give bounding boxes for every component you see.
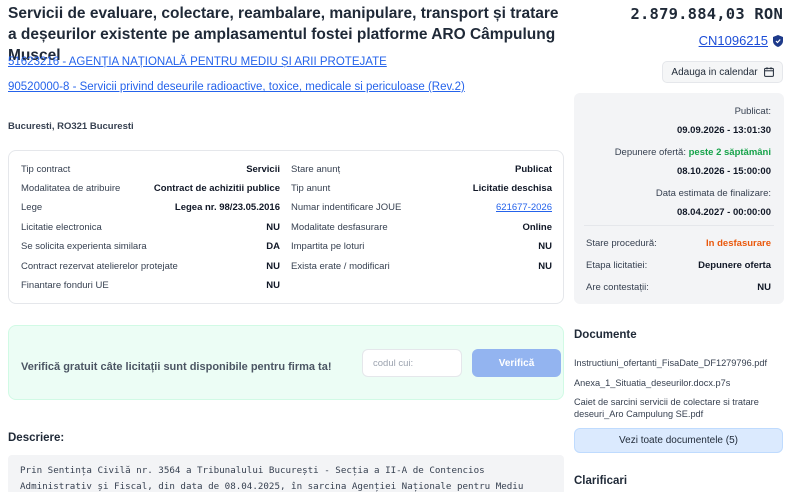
detail-row: Tip contract Servicii bbox=[21, 164, 280, 175]
check-button[interactable]: Verifică bbox=[472, 349, 561, 377]
joue-number-link[interactable]: 621677-2026 bbox=[496, 202, 552, 213]
deadline-row: Depunere ofertă: peste 2 săptămâni bbox=[615, 147, 771, 158]
add-to-calendar-label: Adauga in calendar bbox=[671, 66, 758, 78]
cpv-link[interactable]: 90520000-8 - Servicii privind deseurile … bbox=[8, 81, 465, 93]
stage-label: Etapa licitatiei: bbox=[586, 260, 648, 271]
document-link[interactable]: Instructiuni_ofertanti_FisaDate_DF127979… bbox=[574, 357, 786, 369]
detail-row: Stare anunț Publicat bbox=[291, 164, 552, 175]
stage-value: Depunere oferta bbox=[698, 260, 771, 271]
timeline-panel: Publicat: 09.09.2026 - 13:01:30 Depunere… bbox=[574, 93, 784, 304]
detail-row: Lege Legea nr. 98/23.05.2016 bbox=[21, 202, 280, 213]
detail-value: Legea nr. 98/23.05.2016 bbox=[174, 202, 280, 213]
detail-label: Impartita pe loturi bbox=[291, 241, 365, 252]
detail-label: Lege bbox=[21, 202, 43, 213]
detail-label: Se solicita experienta similara bbox=[21, 241, 147, 252]
detail-row: Numar indentificare JOUE 621677-2026 bbox=[291, 202, 552, 213]
detail-label: Finantare fonduri UE bbox=[21, 280, 109, 291]
detail-label: Contract rezervat atelierelor protejate bbox=[21, 261, 178, 272]
details-card: Tip contract Servicii Modalitatea de atr… bbox=[8, 150, 564, 304]
detail-value: Online bbox=[522, 222, 552, 233]
estimate-label: Data estimata de finalizare: bbox=[655, 188, 771, 199]
add-to-calendar-button[interactable]: Adauga in calendar bbox=[662, 61, 783, 83]
detail-value: DA bbox=[266, 241, 280, 252]
detail-label: Licitatie electronica bbox=[21, 222, 102, 233]
detail-value: Publicat bbox=[515, 164, 552, 175]
detail-value: NU bbox=[538, 241, 552, 252]
estimate-value: 08.04.2027 - 00:00:00 bbox=[676, 207, 771, 218]
documents-heading: Documente bbox=[574, 329, 637, 341]
detail-label: Stare anunț bbox=[291, 164, 341, 175]
detail-row: Impartita pe loturi NU bbox=[291, 241, 552, 252]
document-link[interactable]: Caiet de sarcini servicii de colectare s… bbox=[574, 396, 786, 420]
deadline-note: peste 2 săptămâni bbox=[688, 147, 771, 158]
notice-code-row: CN1096215 bbox=[699, 33, 783, 48]
detail-value: Licitatie deschisa bbox=[472, 183, 552, 194]
address: Bucuresti, RO321 Bucuresti bbox=[8, 121, 134, 132]
detail-row: Finantare fonduri UE NU bbox=[21, 280, 280, 291]
detail-label: Modalitatea de atribuire bbox=[21, 183, 121, 194]
detail-label: Tip anunt bbox=[291, 183, 331, 194]
status-label: Stare procedură: bbox=[586, 238, 657, 249]
detail-value: Contract de achizitii publice bbox=[153, 183, 280, 194]
shield-icon bbox=[773, 34, 783, 47]
clarifications-heading: Clarificari bbox=[574, 475, 628, 487]
detail-value: NU bbox=[266, 280, 280, 291]
view-all-documents-button[interactable]: Vezi toate documentele (5) bbox=[574, 428, 783, 453]
published-value: 09.09.2026 - 13:01:30 bbox=[676, 125, 771, 136]
detail-label: Numar indentificare JOUE bbox=[291, 202, 402, 213]
detail-row: Modalitate desfasurare Online bbox=[291, 222, 552, 233]
detail-value: NU bbox=[266, 261, 280, 272]
detail-value: NU bbox=[266, 222, 280, 233]
detail-label: Exista erate / modificari bbox=[291, 261, 390, 272]
detail-label: Tip contract bbox=[21, 164, 71, 175]
cui-input[interactable] bbox=[362, 349, 462, 377]
deadline-value: 08.10.2026 - 15:00:00 bbox=[676, 166, 771, 177]
published-label: Publicat: bbox=[734, 106, 771, 117]
calendar-icon bbox=[763, 67, 774, 77]
detail-row: Modalitatea de atribuire Contract de ach… bbox=[21, 183, 280, 194]
description-heading: Descriere: bbox=[8, 432, 65, 444]
notice-code-link[interactable]: CN1096215 bbox=[699, 33, 768, 48]
detail-row: Tip anunt Licitatie deschisa bbox=[291, 183, 552, 194]
deadline-label: Depunere ofertă: bbox=[614, 147, 686, 158]
cui-check-banner: Verifică gratuit câte licitații sunt dis… bbox=[8, 325, 564, 400]
divider bbox=[584, 225, 774, 226]
document-link[interactable]: Anexa_1_Situatia_deseurilor.docx.p7s bbox=[574, 377, 786, 389]
appeals-label: Are contestații: bbox=[586, 282, 649, 293]
appeals-value: NU bbox=[757, 282, 771, 293]
detail-row: Contract rezervat atelierelor protejate … bbox=[21, 261, 280, 272]
contract-value: 2.879.884,03 RON bbox=[630, 5, 783, 23]
description-text: Prin Sentința Civilă nr. 3564 a Tribunal… bbox=[8, 455, 564, 492]
detail-row: Se solicita experienta similara DA bbox=[21, 241, 280, 252]
detail-label: Modalitate desfasurare bbox=[291, 222, 388, 233]
detail-value: Servicii bbox=[246, 164, 280, 175]
status-value: In desfasurare bbox=[706, 238, 771, 249]
detail-row: Exista erate / modificari NU bbox=[291, 261, 552, 272]
detail-value: NU bbox=[538, 261, 552, 272]
authority-link[interactable]: 51623216 - AGENȚIA NAȚIONALĂ PENTRU MEDI… bbox=[8, 56, 387, 68]
promo-text: Verifică gratuit câte licitații sunt dis… bbox=[21, 361, 332, 373]
detail-row: Licitatie electronica NU bbox=[21, 222, 280, 233]
